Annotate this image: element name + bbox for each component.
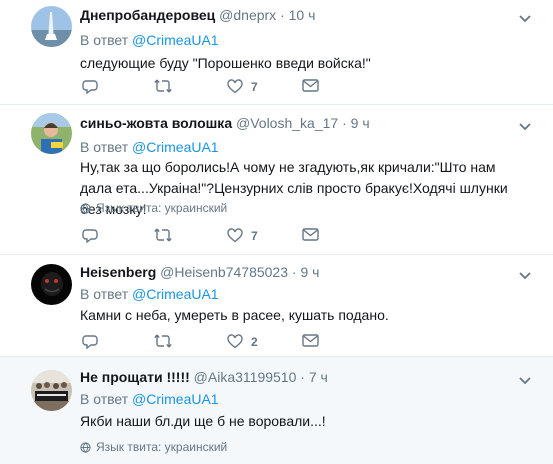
envelope-icon: [302, 334, 319, 347]
reply-prefix: В ответ: [80, 139, 129, 155]
avatar[interactable]: [31, 6, 72, 47]
reply-button[interactable]: [82, 334, 98, 349]
chevron-down-icon[interactable]: [518, 11, 532, 23]
globe-icon: [80, 441, 91, 453]
tweet-text: следующие буду "Порошенко введи войска!": [80, 55, 371, 71]
reply-icon: [82, 80, 98, 94]
retweet-button[interactable]: [154, 334, 172, 348]
dm-button[interactable]: [302, 334, 319, 347]
timestamp[interactable]: 9 ч: [300, 264, 319, 280]
tweet-text: Камни с неба, умереть в расее, кушать по…: [80, 307, 389, 323]
reply-context: В ответ @CrimeaUA1: [80, 32, 219, 48]
like-button[interactable]: 7: [227, 79, 258, 94]
like-button[interactable]: 7: [227, 228, 258, 243]
reply-prefix: В ответ: [80, 391, 129, 407]
reply-to-link[interactable]: @CrimeaUA1: [132, 286, 219, 302]
timestamp[interactable]: 9 ч: [351, 115, 370, 131]
heart-icon: [227, 79, 243, 94]
chevron-down-icon[interactable]: [518, 268, 532, 280]
user-handle[interactable]: @Aika31199510: [194, 369, 297, 385]
tweet-2[interactable]: синьо-жовта волошка @Volosh_ka_17 · 9 ч …: [0, 105, 553, 255]
retweet-button[interactable]: [154, 79, 172, 93]
language-label: Язык твита: украинский: [96, 440, 228, 454]
like-button[interactable]: 2: [227, 334, 258, 349]
separator-dot: ·: [280, 7, 285, 23]
separator-dot: ·: [300, 369, 305, 385]
reply-icon: [82, 335, 98, 349]
tweet-3[interactable]: Heisenberg @Heisenb74785023 · 9 ч В отве…: [0, 255, 553, 357]
tweet-actions: 7: [80, 79, 400, 97]
dm-button[interactable]: [302, 79, 319, 92]
avatar[interactable]: [31, 370, 72, 411]
avatar[interactable]: [31, 264, 72, 305]
reply-icon: [82, 229, 98, 243]
reply-context: В ответ @CrimeaUA1: [80, 286, 219, 302]
tweet-language: Язык твита: украинский: [80, 201, 227, 215]
separator-dot: ·: [291, 264, 297, 280]
timestamp[interactable]: 7 ч: [309, 369, 328, 385]
tweet-text: Якби наши бл.ди ще б не воровали...!: [80, 413, 326, 429]
tweet-actions: 7: [80, 228, 400, 246]
user-handle[interactable]: @Heisenb74785023: [160, 264, 288, 280]
user-name[interactable]: Heisenberg: [80, 264, 156, 280]
retweet-icon: [154, 79, 172, 93]
dm-button[interactable]: [302, 228, 319, 241]
like-count: 2: [251, 334, 258, 349]
user-handle[interactable]: @Volosh_ka_17: [236, 115, 338, 131]
user-name[interactable]: синьо-жовта волошка: [80, 115, 232, 131]
like-count: 7: [251, 79, 258, 94]
retweet-icon: [154, 334, 172, 348]
like-count: 7: [251, 228, 258, 243]
globe-icon: [80, 202, 91, 214]
reply-button[interactable]: [82, 79, 98, 94]
reply-to-link[interactable]: @CrimeaUA1: [132, 139, 219, 155]
reply-button[interactable]: [82, 228, 98, 243]
user-name[interactable]: Не прощати !!!!!: [80, 369, 190, 385]
retweet-icon: [154, 228, 172, 242]
tweet-actions: 2: [80, 334, 400, 352]
heart-icon: [227, 334, 243, 349]
user-name[interactable]: Днепробандеровец: [80, 7, 215, 23]
user-handle[interactable]: @dneprx: [219, 7, 276, 23]
reply-to-link[interactable]: @CrimeaUA1: [132, 391, 219, 407]
retweet-button[interactable]: [154, 228, 172, 242]
tweet-language: Язык твита: украинский: [80, 440, 227, 454]
envelope-icon: [302, 228, 319, 241]
tweet-1[interactable]: Днепробандеровец @dneprx · 10 ч В ответ …: [0, 0, 553, 105]
chevron-down-icon[interactable]: [518, 119, 532, 131]
timestamp[interactable]: 10 ч: [289, 7, 316, 23]
envelope-icon: [302, 79, 319, 92]
chevron-down-icon[interactable]: [518, 373, 532, 385]
reply-context: В ответ @CrimeaUA1: [80, 139, 219, 155]
language-label: Язык твита: украинский: [96, 201, 228, 215]
separator-dot: ·: [342, 115, 347, 131]
reply-to-link[interactable]: @CrimeaUA1: [132, 32, 219, 48]
tweet-4[interactable]: Не прощати !!!!! @Aika31199510 · 7 ч В о…: [0, 357, 553, 464]
reply-context: В ответ @CrimeaUA1: [80, 391, 219, 407]
avatar[interactable]: [31, 113, 72, 154]
heart-icon: [227, 228, 243, 243]
reply-prefix: В ответ: [80, 286, 129, 302]
reply-prefix: В ответ: [80, 32, 129, 48]
